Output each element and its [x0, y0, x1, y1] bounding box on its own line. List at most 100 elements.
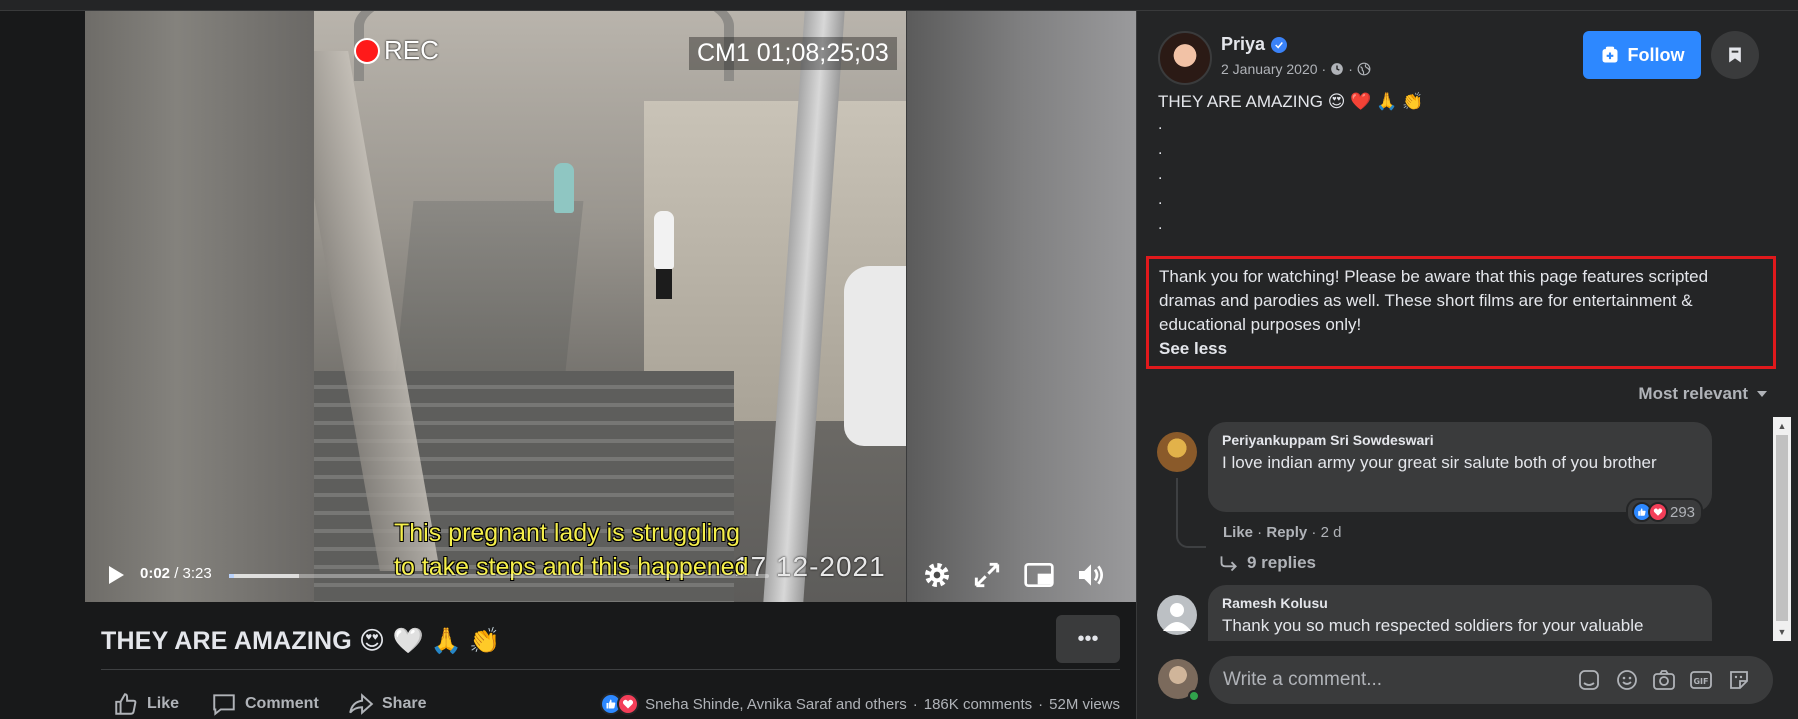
author-name[interactable]: Priya — [1221, 34, 1265, 55]
post-actions: Like Comment Share Sneha Shinde, Avnika … — [101, 677, 1120, 719]
scroll-down-icon[interactable]: ▼ — [1777, 627, 1787, 637]
fullscreen-icon[interactable] — [971, 559, 1003, 591]
comment-button[interactable]: Comment — [211, 691, 319, 717]
video-player[interactable]: REC CM1 01;08;25;03 17 12-2021 This preg… — [85, 11, 1136, 602]
love-reaction-icon — [617, 693, 640, 715]
camera-timecode: CM1 01;08;25;03 — [689, 37, 897, 70]
pip-icon[interactable] — [1023, 559, 1055, 591]
video-column: REC CM1 01;08;25;03 17 12-2021 This preg… — [0, 11, 1136, 719]
dot-line: . — [1158, 216, 1163, 233]
dot-line: . — [1158, 166, 1163, 183]
comment-text: I love indian army your great sir salute… — [1222, 453, 1657, 472]
scene-woman — [554, 163, 574, 213]
like-icon — [115, 693, 137, 715]
disclaimer-highlight: Thank you for watching! Please be aware … — [1146, 256, 1776, 369]
scroll-up-icon[interactable]: ▲ — [1777, 421, 1787, 431]
sticker-icon[interactable] — [1727, 668, 1751, 692]
sort-label: Most relevant — [1638, 384, 1748, 403]
reply-arrow-icon — [1220, 556, 1237, 572]
view-replies-button[interactable]: 9 replies — [1219, 553, 1316, 573]
bookmark-icon — [1729, 47, 1741, 63]
comment-age[interactable]: 2 d — [1321, 524, 1342, 541]
reactors-text[interactable]: Sneha Shinde, Avnika Saraf and others — [645, 696, 907, 713]
dot-line: . — [1158, 141, 1163, 158]
video-controls: 0:02 / 3:23 — [85, 551, 1136, 602]
reaction-count: 293 — [1670, 503, 1696, 521]
volume-icon[interactable] — [1075, 559, 1107, 591]
video-title-bar: THEY ARE AMAZING 😍 🤍 🙏 👏 ••• — [101, 608, 1120, 670]
comment-icon — [213, 694, 235, 716]
share-label: Share — [382, 695, 427, 712]
comment-text: Thank you so much respected soldiers for… — [1222, 616, 1644, 635]
comment-input[interactable] — [1223, 669, 1573, 691]
save-post-button[interactable] — [1711, 31, 1759, 79]
author-avatar[interactable] — [1158, 31, 1212, 85]
rec-indicator: REC — [354, 35, 439, 66]
video-title: THEY ARE AMAZING 😍 🤍 🙏 👏 — [101, 627, 501, 655]
commenter-name[interactable]: Ramesh Kolusu — [1222, 595, 1698, 611]
post-body-first-line: THEY ARE AMAZING 😍 ❤️ 🙏 👏 — [1158, 92, 1424, 111]
progress-bar[interactable] — [229, 574, 769, 578]
play-icon[interactable] — [103, 563, 127, 587]
dot-line: . — [1158, 191, 1163, 208]
current-time: 0:02 — [140, 565, 171, 582]
follow-label: Follow — [1627, 44, 1685, 65]
stats-separator-2: · — [1038, 695, 1044, 713]
post-meta: 2 January 2020 · · — [1221, 61, 1371, 77]
thread-line — [1176, 478, 1206, 548]
svg-text:GIF: GIF — [1693, 677, 1708, 686]
video-frame[interactable]: REC CM1 01;08;25;03 17 12-2021 This preg… — [314, 11, 906, 602]
more-options-button[interactable]: ••• — [1056, 615, 1120, 663]
commenter-avatar[interactable] — [1157, 432, 1197, 472]
disclaimer-text: Thank you for watching! Please be aware … — [1159, 267, 1709, 334]
comment-reactions[interactable]: 293 — [1626, 498, 1704, 526]
like-label: Like — [147, 695, 180, 712]
meta-separator-2: · — [1348, 61, 1353, 77]
commenter-name[interactable]: Periyankuppam Sri Sowdeswari — [1222, 432, 1698, 448]
comment-composer: GIF — [1137, 651, 1798, 719]
share-icon — [349, 693, 374, 715]
gif-icon[interactable]: GIF — [1689, 668, 1713, 692]
camera-icon[interactable] — [1652, 668, 1676, 692]
settings-icon[interactable] — [921, 559, 953, 591]
scene-man — [654, 211, 674, 299]
caret-down-icon — [1757, 391, 1767, 397]
scene-car — [844, 266, 906, 446]
like-button[interactable]: Like — [113, 691, 179, 717]
comment-label: Comment — [245, 695, 319, 712]
subtitle-line-1: This pregnant lady is struggling — [394, 519, 741, 547]
comment-like-link[interactable]: Like — [1223, 524, 1253, 541]
post-date[interactable]: 2 January 2020 — [1221, 61, 1318, 77]
buffered-bar — [229, 574, 299, 578]
verified-icon — [1271, 36, 1288, 53]
comments-list[interactable]: Periyankuppam Sri Sowdeswari I love indi… — [1137, 416, 1798, 641]
commenter-avatar[interactable] — [1157, 595, 1197, 635]
comment-sort-dropdown[interactable]: Most relevant — [1638, 384, 1768, 404]
comment-box[interactable]: GIF — [1209, 656, 1773, 704]
online-status-icon — [1188, 690, 1200, 702]
comment-bubble: Ramesh Kolusu Thank you so much respecte… — [1208, 585, 1712, 641]
share-button[interactable]: Share — [348, 691, 426, 717]
follow-button[interactable]: Follow — [1583, 31, 1701, 79]
comments-count[interactable]: 186K comments — [924, 696, 1032, 713]
love-reaction-icon — [1648, 502, 1668, 522]
post-body: THEY ARE AMAZING 😍 ❤️ 🙏 👏 . . . . . — [1158, 91, 1768, 237]
avatar-sticker-icon[interactable] — [1577, 668, 1601, 692]
emoji-icon[interactable] — [1615, 668, 1639, 692]
see-less-link[interactable]: See less — [1159, 337, 1763, 361]
video-time: 0:02 / 3:23 — [140, 565, 212, 582]
comment-reply-link[interactable]: Reply — [1266, 524, 1307, 541]
author-name-row: Priya — [1221, 34, 1288, 55]
post-stats: Sneha Shinde, Avnika Saraf and others · … — [600, 693, 1120, 715]
meta-separator-1: · — [1321, 61, 1327, 77]
video-blur-left — [85, 11, 314, 602]
scene-walkway — [394, 201, 584, 381]
scrollbar-thumb[interactable] — [1776, 435, 1788, 621]
default-avatar-icon — [1163, 603, 1191, 631]
reaction-icons[interactable] — [600, 693, 640, 715]
post-panel: Priya 2 January 2020 · · Follow THEY ARE… — [1136, 11, 1798, 719]
ellipsis-icon: ••• — [1077, 627, 1099, 650]
duration: / 3:23 — [170, 565, 212, 582]
top-bar — [0, 0, 1798, 11]
comment-actions: Like · Reply · 2 d — [1223, 524, 1342, 541]
